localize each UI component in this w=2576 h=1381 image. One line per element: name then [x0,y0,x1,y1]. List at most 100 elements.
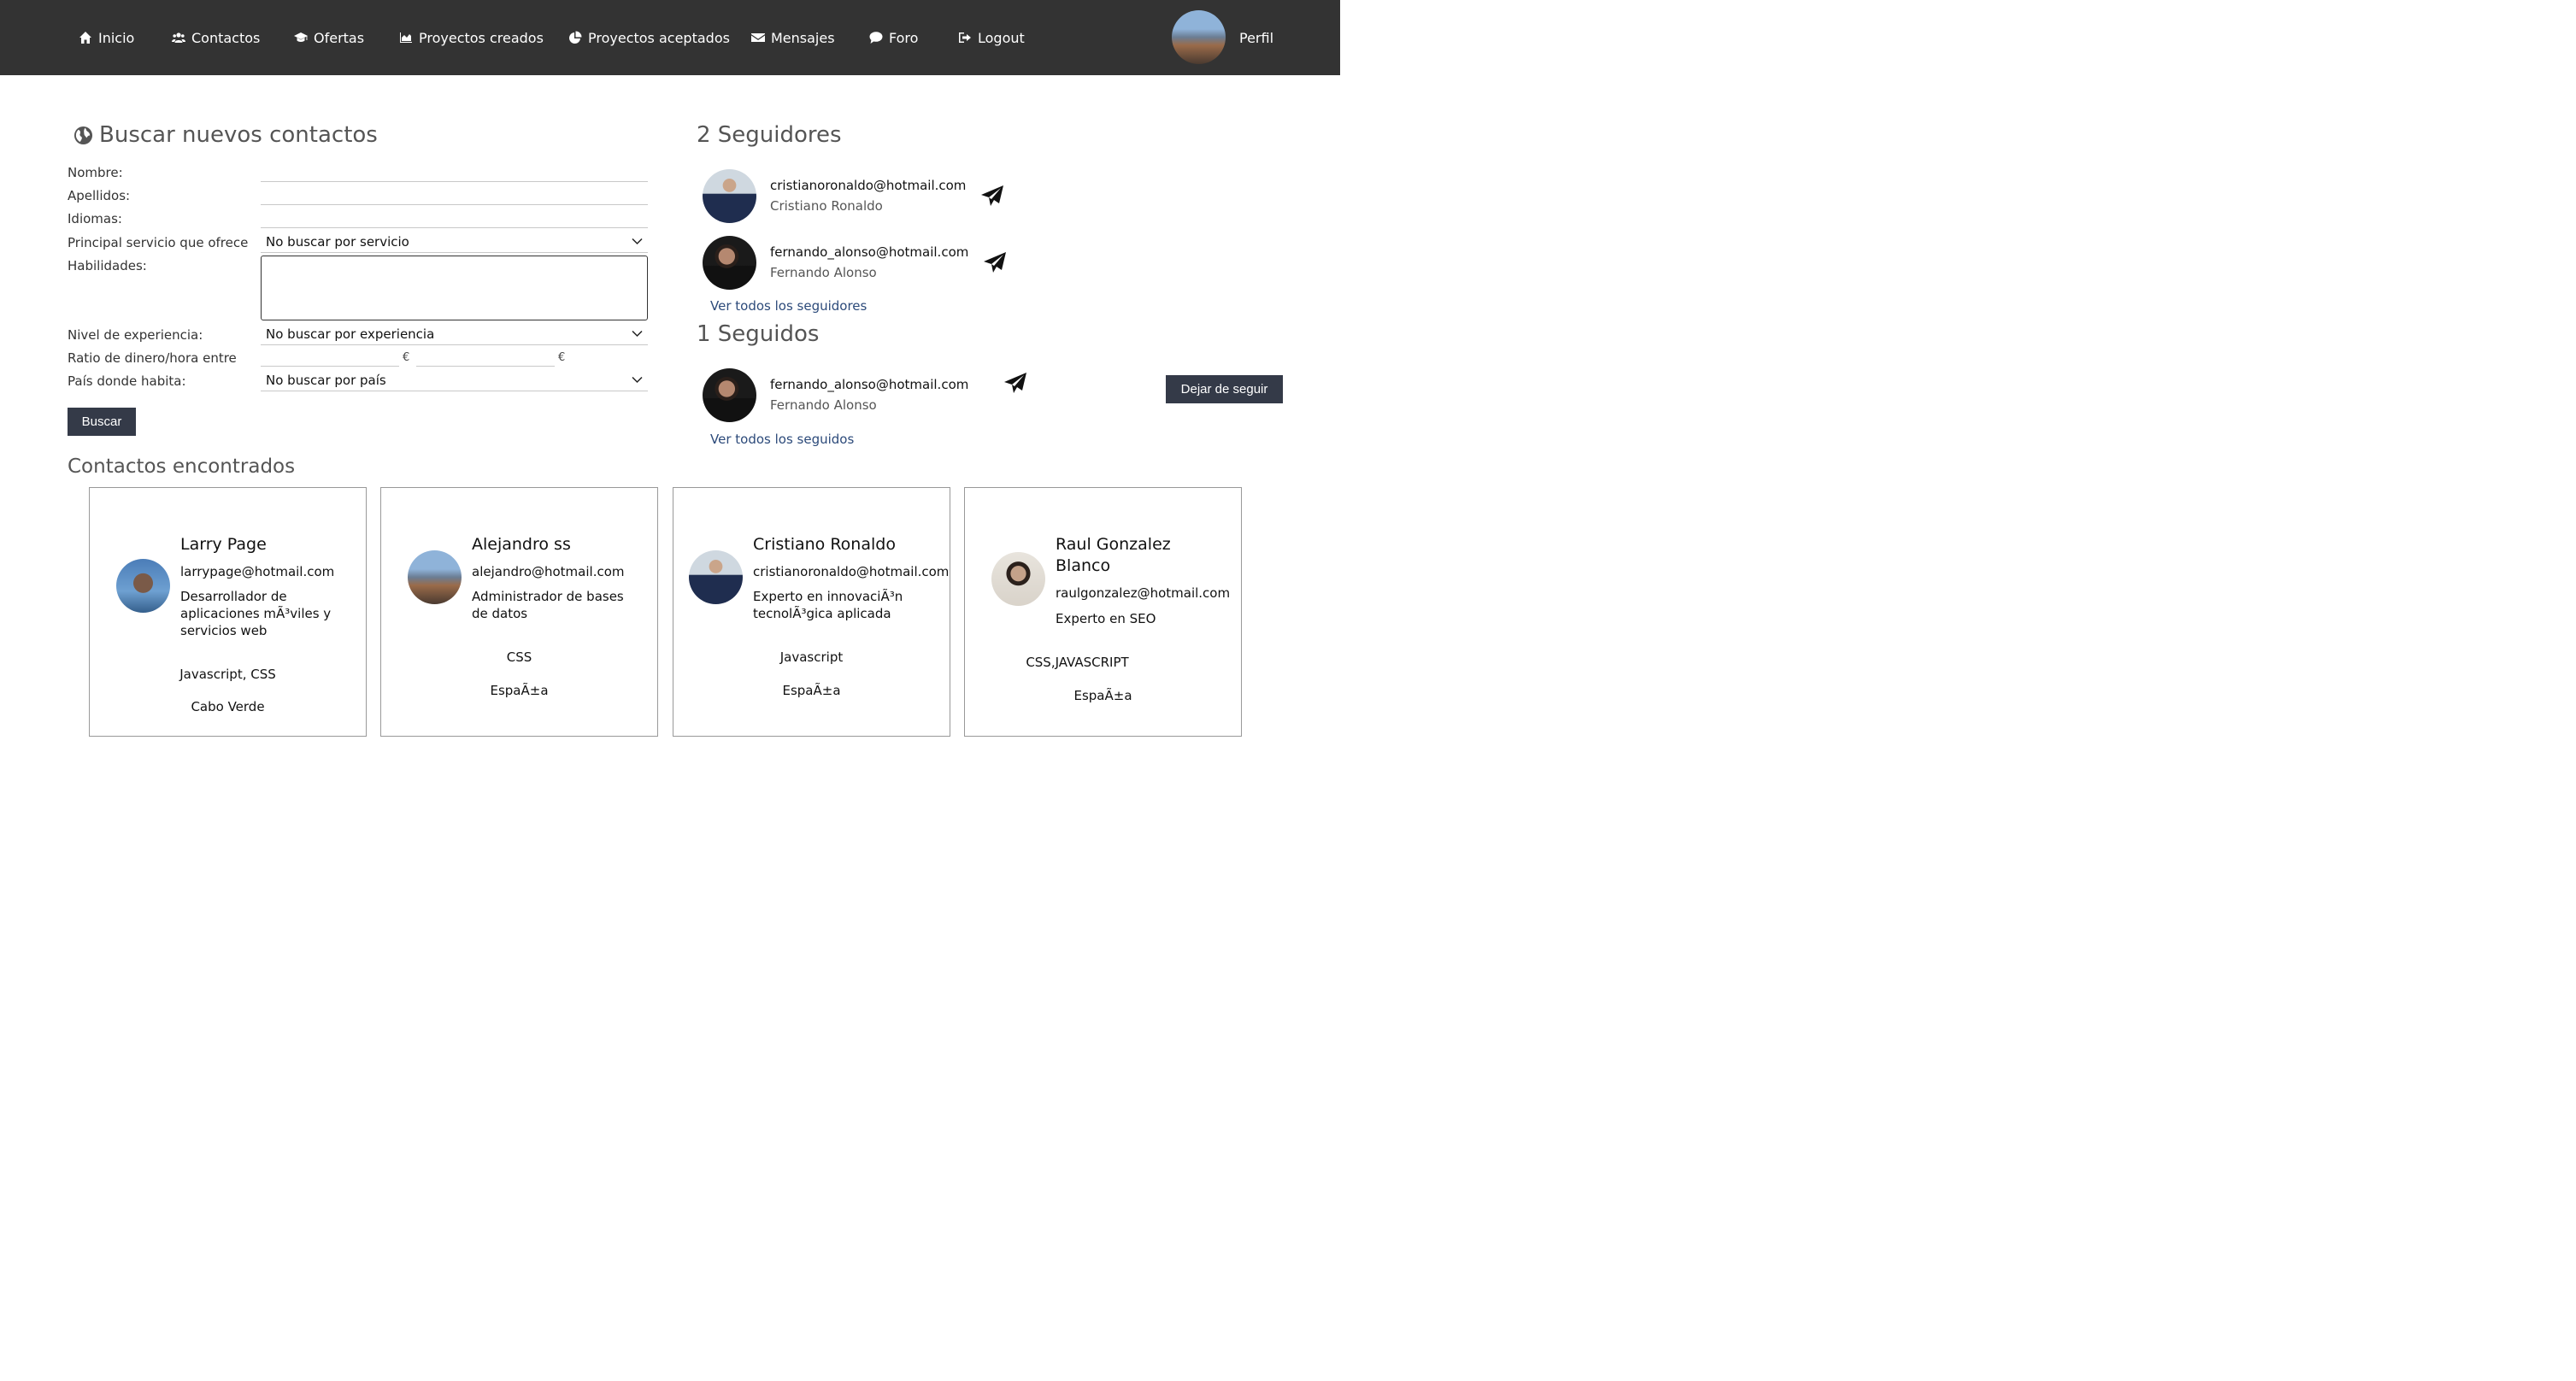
nav-mensajes[interactable]: Mensajes [751,0,835,75]
chevron-down-icon [632,238,643,245]
avatar [703,368,756,422]
top-navbar: Inicio Contactos Ofertas Proyectos cread… [0,0,1340,75]
follower-name: Fernando Alonso [770,265,877,280]
follower-item[interactable]: cristianoronaldo@hotmail.com Cristiano R… [703,169,1044,224]
dejar-de-seguir-button[interactable]: Dejar de seguir [1166,375,1283,403]
pais-select-value: No buscar por país [266,373,386,388]
ver-todos-seguidores-link[interactable]: Ver todos los seguidores [710,298,867,314]
nav-ofertas-label: Ofertas [314,29,365,46]
follower-email: cristianoronaldo@hotmail.com [770,178,967,193]
buscar-button[interactable]: Buscar [68,408,136,436]
avatar [991,552,1045,606]
contact-name: Raul Gonzalez Blanco [1056,535,1171,575]
contact-skills: Javascript [779,649,844,665]
nav-logout[interactable]: Logout [958,0,1025,75]
following-item[interactable]: fernando_alonso@hotmail.com Fernando Alo… [703,368,1044,423]
label-ratio: Ratio de dinero/hora entre [68,350,237,366]
contact-name: Larry Page [180,535,267,554]
contact-country: EspaÃ±a [782,683,841,698]
search-section-title: Buscar nuevos contactos [99,122,378,148]
label-experiencia: Nivel de experiencia: [68,327,203,343]
contact-skills: Javascript, CSS [179,667,276,682]
contact-country: EspaÃ±a [1073,688,1132,703]
follower-item[interactable]: fernando_alonso@hotmail.com Fernando Alo… [703,236,1044,291]
contact-card[interactable]: Raul Gonzalez Blanco raulgonzalez@hotmai… [964,487,1242,737]
follower-email: fernando_alonso@hotmail.com [770,244,969,260]
sign-out-icon [959,32,971,43]
avatar [703,169,756,223]
contact-skills: CSS,JAVASCRIPT [1026,655,1129,670]
nav-proyectos-aceptados-label: Proyectos aceptados [588,29,730,46]
contact-country: EspaÃ±a [490,683,549,698]
nav-mensajes-label: Mensajes [771,29,835,46]
contact-description: Experto en SEO [1056,611,1156,626]
profile-avatar[interactable] [1172,10,1226,64]
contact-description: Administrador de bases de datos [472,589,624,621]
label-pais: País donde habita: [68,373,186,389]
globe-icon [74,126,93,145]
contact-skills: CSS [506,649,532,665]
contact-card[interactable]: Alejandro ss alejandro@hotmail.com Admin… [380,487,658,737]
habilidades-textarea[interactable] [261,256,648,320]
pais-select[interactable]: No buscar por país [261,370,648,391]
contact-email: alejandro@hotmail.com [472,564,625,579]
apellidos-input[interactable] [261,184,648,205]
avatar [408,550,462,604]
avatar [116,559,170,613]
nombre-input[interactable] [261,161,648,182]
experiencia-select-value: No buscar por experiencia [266,326,435,342]
nav-proyectos-creados-label: Proyectos creados [419,29,544,46]
label-habilidades: Habilidades: [68,258,147,273]
contact-card[interactable]: Cristiano Ronaldo cristianoronaldo@hotma… [673,487,950,737]
follower-name: Cristiano Ronaldo [770,198,883,214]
label-idiomas: Idiomas: [68,211,122,226]
currency-euro-max: € [558,351,566,364]
ratio-max-input[interactable] [416,345,555,367]
nav-logout-label: Logout [978,29,1025,46]
area-chart-icon [400,32,412,43]
nav-perfil[interactable]: Perfil [1239,0,1273,75]
following-name: Fernando Alonso [770,397,877,413]
servicio-select[interactable]: No buscar por servicio [261,232,648,253]
following-email: fernando_alonso@hotmail.com [770,377,969,392]
contact-email: cristianoronaldo@hotmail.com [753,564,950,579]
contact-description: Experto en innovaciÃ³n tecnolÃ³gica apli… [753,589,903,621]
contact-email: larrypage@hotmail.com [180,564,335,579]
nav-inicio-label: Inicio [98,29,135,46]
nav-proyectos-creados[interactable]: Proyectos creados [399,0,544,75]
contact-name: Alejandro ss [472,535,571,554]
comment-icon [869,32,883,44]
users-icon [172,32,185,43]
servicio-select-value: No buscar por servicio [266,234,409,250]
currency-euro-min: € [403,351,410,364]
label-nombre: Nombre: [68,165,123,180]
send-message-icon[interactable] [1003,372,1027,396]
graduation-cap-icon [294,32,308,42]
following-title: 1 Seguidos [697,321,820,347]
experiencia-select[interactable]: No buscar por experiencia [261,324,648,345]
label-apellidos: Apellidos: [68,188,131,203]
send-message-icon[interactable] [983,251,1007,275]
nav-contactos-label: Contactos [191,29,261,46]
results-title: Contactos encontrados [68,455,296,478]
pie-chart-icon [569,31,582,44]
send-message-icon[interactable] [980,185,1004,209]
contact-country: Cabo Verde [191,699,265,714]
nav-ofertas[interactable]: Ofertas [294,0,364,75]
nav-proyectos-aceptados[interactable]: Proyectos aceptados [568,0,730,75]
contact-email: raulgonzalez@hotmail.com [1056,585,1231,601]
chevron-down-icon [632,376,643,384]
contact-card[interactable]: Larry Page larrypage@hotmail.com Desarro… [89,487,367,737]
envelope-icon [751,33,765,42]
label-servicio: Principal servicio que ofrece [68,235,249,250]
ver-todos-seguidos-link[interactable]: Ver todos los seguidos [710,432,854,447]
nav-contactos[interactable]: Contactos [172,0,260,75]
avatar [689,550,743,604]
nav-foro[interactable]: Foro [869,0,918,75]
nav-inicio[interactable]: Inicio [79,0,134,75]
contact-description: Desarrollador de aplicaciones mÃ³viles y… [180,589,332,638]
idiomas-input[interactable] [261,207,648,228]
avatar [703,236,756,290]
home-icon [79,32,91,44]
ratio-min-input[interactable] [261,345,399,367]
